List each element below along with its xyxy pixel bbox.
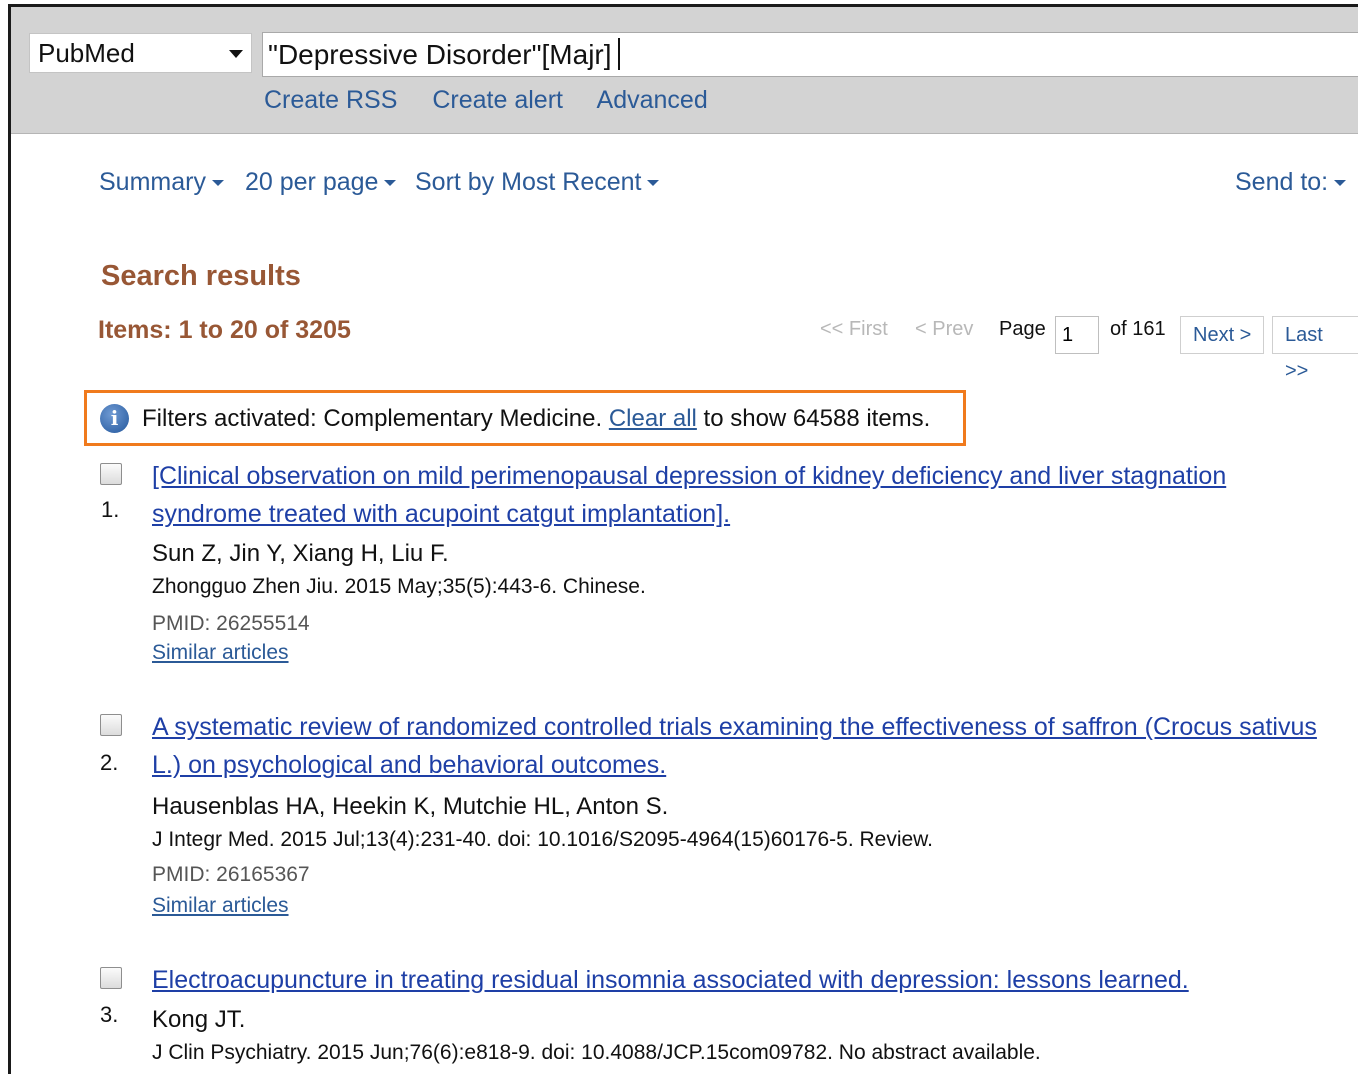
result-number: 1. — [101, 497, 120, 522]
filter-text-after: to show 64588 items. — [696, 405, 931, 432]
article-journal: J Integr Med. 2015 Jul;13(4):231-40. doi… — [152, 828, 934, 851]
chevron-down-icon — [647, 180, 660, 186]
create-rss-link[interactable]: Create RSS — [264, 86, 397, 114]
chevron-down-icon — [1334, 180, 1347, 186]
article-title-link[interactable]: Electroacupuncture in treating residual … — [152, 961, 1327, 999]
article-pmid: PMID: 26255514 — [152, 612, 310, 635]
filter-text: Filters activated: Complementary Medicin… — [142, 405, 930, 433]
chevron-down-icon — [384, 180, 397, 186]
article-journal: J Clin Psychiatry. 2015 Jun;76(6):e818-9… — [152, 1041, 1041, 1064]
page-total: of 161 — [1110, 318, 1166, 340]
article-authors: Kong JT. — [152, 1006, 246, 1033]
result-checkbox[interactable] — [100, 967, 122, 989]
search-query-text: "Depressive Disorder"[Majr] — [268, 39, 612, 70]
clear-all-link[interactable]: Clear all — [609, 405, 697, 432]
page-label: Page — [999, 318, 1046, 340]
sort-label: Sort by Most Recent — [415, 168, 642, 196]
result-number: 3. — [100, 1002, 119, 1027]
send-to-label: Send to: — [1235, 168, 1329, 196]
format-dropdown[interactable]: Summary — [99, 168, 224, 197]
text-cursor — [617, 38, 620, 70]
article-journal: Zhongguo Zhen Jiu. 2015 May;35(5):443-6.… — [152, 575, 646, 598]
filter-notice: i Filters activated: Complementary Medic… — [84, 390, 966, 446]
database-select-value: PubMed — [38, 38, 135, 68]
result-number: 2. — [100, 750, 119, 775]
create-alert-link[interactable]: Create alert — [432, 86, 563, 114]
chevron-down-icon — [211, 180, 224, 186]
similar-articles-link[interactable]: Similar articles — [152, 894, 289, 918]
advanced-search-link[interactable]: Advanced — [597, 86, 708, 114]
format-label: Summary — [99, 168, 206, 196]
page-number-input[interactable]: 1 — [1055, 316, 1099, 354]
items-count: Items: 1 to 20 of 3205 — [98, 316, 351, 344]
article-title-link[interactable]: A systematic review of randomized contro… — [152, 708, 1327, 784]
next-page-button[interactable]: Next > — [1180, 316, 1265, 354]
per-page-dropdown[interactable]: 20 per page — [245, 168, 397, 197]
result-checkbox[interactable] — [100, 463, 122, 485]
info-icon: i — [100, 404, 129, 433]
article-pmid: PMID: 26165367 — [152, 863, 310, 886]
result-checkbox[interactable] — [100, 714, 122, 736]
chevron-down-icon — [229, 50, 243, 58]
per-page-label: 20 per page — [245, 168, 379, 196]
article-title-link[interactable]: [Clinical observation on mild perimenopa… — [152, 457, 1327, 533]
send-to-dropdown[interactable]: Send to: — [1235, 168, 1347, 197]
search-input[interactable]: "Depressive Disorder"[Majr] — [262, 32, 1358, 77]
last-page-button[interactable]: Last >> — [1272, 316, 1358, 382]
database-select[interactable]: PubMed — [29, 33, 252, 73]
first-page-button[interactable]: << First — [820, 318, 888, 341]
article-authors: Hausenblas HA, Heekin K, Mutchie HL, Ant… — [152, 793, 669, 820]
prev-page-button[interactable]: < Prev — [915, 318, 973, 341]
filter-text-before: Filters activated: Complementary Medicin… — [142, 405, 609, 432]
similar-articles-link[interactable]: Similar articles — [152, 641, 289, 665]
sort-dropdown[interactable]: Sort by Most Recent — [415, 168, 660, 197]
search-links: Create RSS Create alert Advanced — [264, 86, 736, 115]
article-authors: Sun Z, Jin Y, Xiang H, Liu F. — [152, 540, 449, 567]
results-heading: Search results — [101, 260, 301, 292]
